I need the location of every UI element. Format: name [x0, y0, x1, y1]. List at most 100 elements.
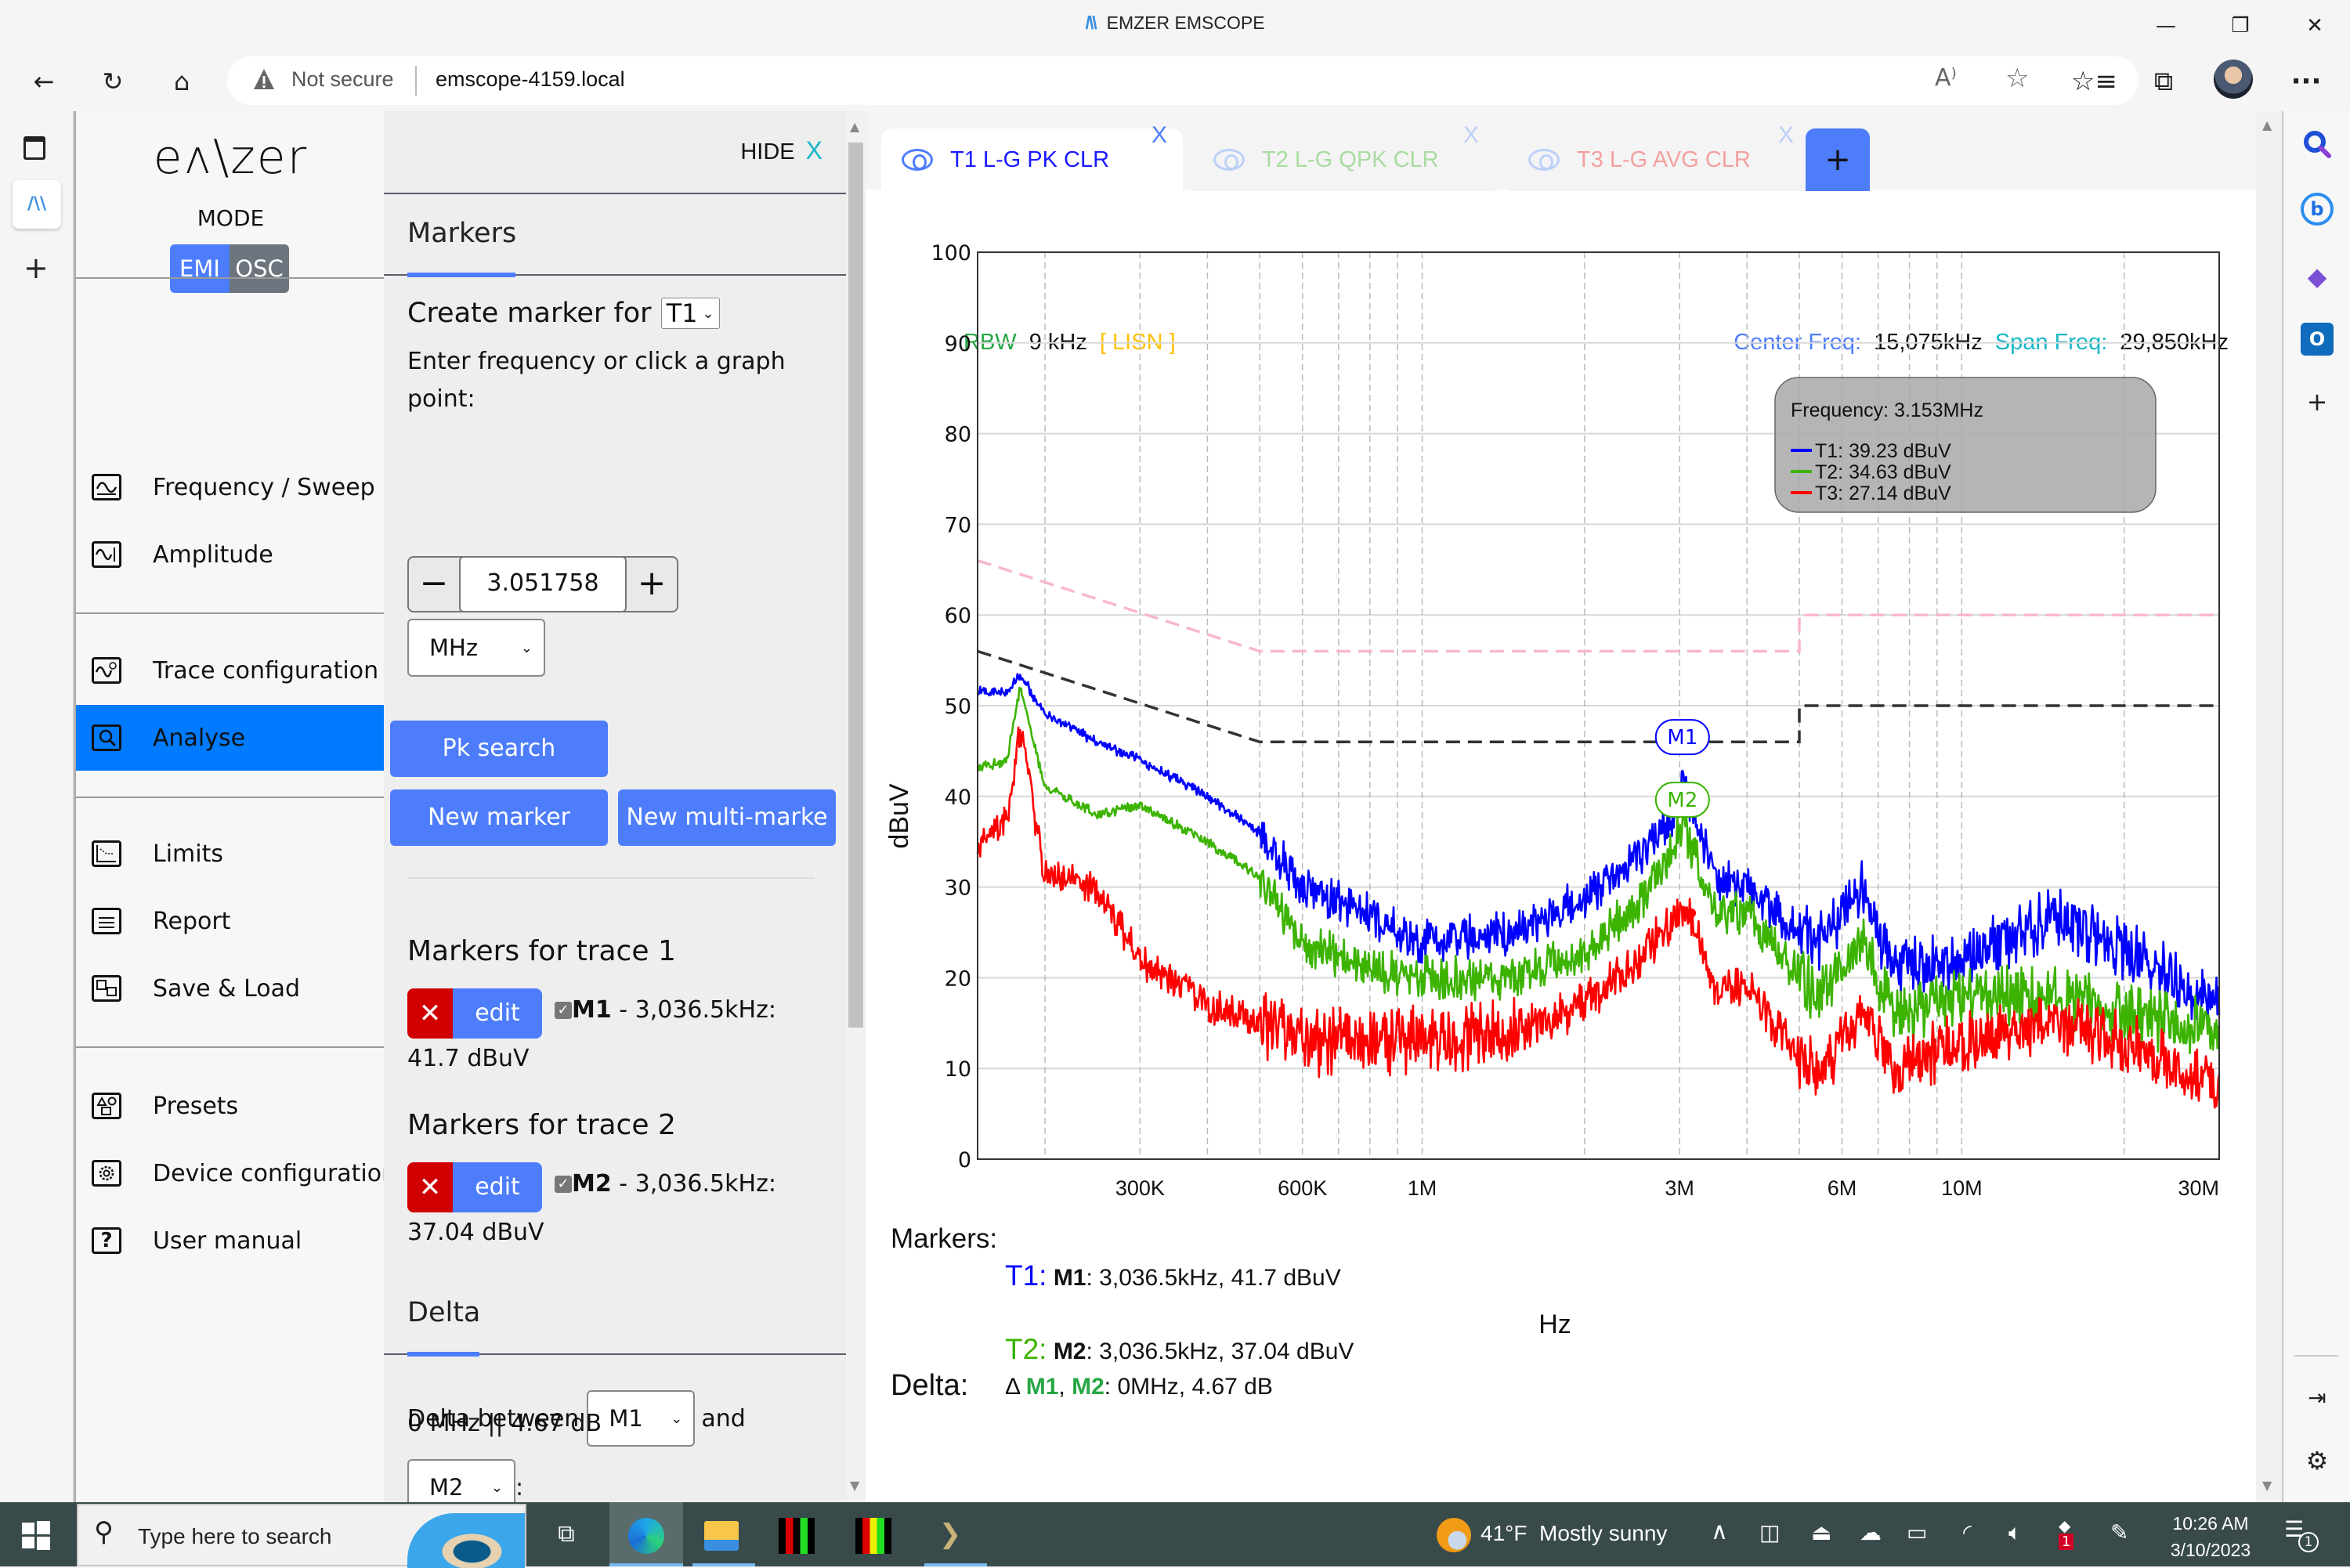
- file-explorer-icon[interactable]: [685, 1502, 758, 1566]
- edit-marker-m2-button[interactable]: edit: [453, 1162, 542, 1212]
- nav-item-analyse[interactable]: Analyse: [76, 705, 385, 771]
- mode-osc-button[interactable]: OSC: [230, 244, 289, 293]
- home-button[interactable]: ⌂: [160, 61, 204, 102]
- nav-item-user-manual[interactable]: ? User manual: [76, 1208, 385, 1274]
- x-tick-label: 1M: [1408, 1176, 1437, 1200]
- close-tab-icon[interactable]: X: [1463, 122, 1479, 149]
- eye-visible-icon[interactable]: [1528, 149, 1560, 171]
- x-tick-label: 300K: [1115, 1176, 1165, 1200]
- spectrum-app-icon-2[interactable]: [837, 1502, 910, 1566]
- scroll-up-arrow-icon[interactable]: ▲: [2262, 117, 2272, 132]
- increment-button[interactable]: +: [627, 558, 677, 611]
- browser-tab-emscope[interactable]: /\\: [13, 180, 61, 229]
- read-aloud-icon[interactable]: A⁾: [1935, 64, 1957, 92]
- nav-item-limits[interactable]: Limits: [76, 821, 385, 887]
- scroll-down-arrow-icon[interactable]: ▼: [2262, 1478, 2272, 1493]
- nav-item-amplitude[interactable]: Amplitude: [76, 522, 385, 587]
- refresh-button[interactable]: ↻: [91, 61, 135, 102]
- unit-select[interactable]: MHz ⌄: [407, 619, 545, 677]
- nav-item-frequency-sweep[interactable]: Frequency / Sweep: [76, 454, 385, 520]
- hide-panel-button[interactable]: HIDE X: [740, 136, 822, 165]
- wifi-icon[interactable]: ◜: [1963, 1519, 1972, 1545]
- bing-chat-icon[interactable]: b: [2301, 193, 2334, 226]
- panel-scroll-thumb[interactable]: [848, 143, 863, 1028]
- show-hidden-icons[interactable]: ∧: [1711, 1518, 1728, 1545]
- chevron-down-icon: ⌄: [490, 1479, 503, 1496]
- back-button[interactable]: ←: [22, 61, 66, 102]
- sidebar-settings-icon[interactable]: ⚙: [2301, 1444, 2334, 1477]
- outlook-icon[interactable]: O: [2301, 323, 2334, 356]
- delete-marker-m2-button[interactable]: ✕: [407, 1162, 453, 1212]
- spectrum-app-icon-1[interactable]: [760, 1502, 833, 1566]
- summary-delta-row: Δ M1, M2: 0MHz, 4.67 dB: [1005, 1374, 1273, 1400]
- frequency-input[interactable]: 3.051758: [459, 556, 627, 612]
- edit-marker-m1-button[interactable]: edit: [453, 988, 542, 1039]
- tab-t1[interactable]: T1 L-G PK CLR X: [881, 122, 1183, 191]
- main-scrollbar[interactable]: ▲ ▼: [2256, 111, 2283, 1502]
- volume-icon[interactable]: 🔈︎: [2008, 1519, 2022, 1546]
- new-tab-icon[interactable]: +: [24, 251, 49, 285]
- mode-emi-button[interactable]: EMI: [170, 244, 230, 293]
- pen-icon[interactable]: ✎: [2110, 1519, 2128, 1545]
- add-sidebar-app-icon[interactable]: +: [2301, 385, 2334, 418]
- new-marker-button[interactable]: New marker: [390, 789, 608, 846]
- tab-t2[interactable]: T2 L-G QPK CLR X: [1193, 122, 1495, 191]
- nav-item-save-load[interactable]: Save & Load: [76, 956, 385, 1021]
- close-tab-icon[interactable]: X: [1152, 122, 1167, 149]
- windows-start-icon[interactable]: [20, 1519, 52, 1551]
- delete-marker-m1-button[interactable]: ✕: [407, 988, 453, 1039]
- pk-search-button[interactable]: Pk search: [390, 721, 608, 777]
- weather-icon[interactable]: [1437, 1518, 1471, 1552]
- url-text[interactable]: emscope-4159.local: [436, 67, 625, 92]
- add-favorite-icon[interactable]: ☆: [2005, 63, 2029, 94]
- add-trace-tab-button[interactable]: +: [1806, 128, 1870, 191]
- taskbar-search[interactable]: ⚲ Type here to search: [77, 1504, 526, 1568]
- notification-center-icon[interactable]: ☰ 1: [2284, 1516, 2319, 1552]
- marker-m2-checkbox[interactable]: ✓: [555, 1176, 572, 1193]
- panel-scrollbar[interactable]: ▲ ▼: [846, 111, 866, 1502]
- office-icon[interactable]: ◆: [2301, 260, 2334, 293]
- delta-marker-a-select[interactable]: M1 ⌄: [587, 1390, 696, 1447]
- emi-spectrum-chart[interactable]: RBW 9 kHz [ LISN ] Center Freq: 15,075kH…: [866, 190, 2256, 1502]
- tab-actions-icon[interactable]: [24, 136, 45, 160]
- edge-taskbar-icon[interactable]: [609, 1502, 683, 1566]
- clock[interactable]: 10:26 AM 3/10/2023: [2164, 1510, 2258, 1563]
- eye-visible-icon[interactable]: [902, 149, 933, 171]
- onedrive-icon[interactable]: ☁: [1860, 1519, 1882, 1545]
- marker-m1-info: ✓ M1 - 3,036.5kHz:: [555, 996, 776, 1024]
- display-tray-icon[interactable]: ⏏: [1811, 1519, 1831, 1545]
- trace-select-value: T1: [666, 298, 698, 328]
- maximize-button[interactable]: ❐: [2213, 8, 2268, 44]
- scroll-down-arrow-icon[interactable]: ▼: [850, 1478, 859, 1493]
- close-window-button[interactable]: ✕: [2287, 8, 2342, 44]
- create-marker-trace-select[interactable]: T1 ⌄: [660, 298, 720, 329]
- nav-item-presets[interactable]: Presets: [76, 1073, 385, 1139]
- mode-toggle: EMI OSC: [170, 244, 289, 293]
- camera-tray-icon[interactable]: ◫: [1759, 1519, 1780, 1545]
- teams-tray-icon[interactable]: 1 ◆: [2059, 1516, 2084, 1552]
- more-options-icon[interactable]: ···: [2284, 66, 2328, 97]
- profile-avatar[interactable]: [2214, 60, 2253, 99]
- tab-t3[interactable]: T3 L-G AVG CLR X: [1508, 122, 1810, 191]
- nav-item-report[interactable]: Report: [76, 888, 385, 954]
- address-bar[interactable]: Not secure emscope-4159.local A⁾ ☆: [227, 56, 2138, 105]
- battery-icon[interactable]: ▭: [1907, 1519, 1927, 1545]
- emzer-app-icon[interactable]: ❯: [913, 1502, 987, 1566]
- scroll-up-arrow-icon[interactable]: ▲: [850, 119, 859, 134]
- task-view-icon[interactable]: ⧉: [530, 1502, 603, 1566]
- delta-marker-b-select[interactable]: M2 ⌄: [407, 1459, 515, 1502]
- collections-icon[interactable]: ⧉: [2142, 66, 2186, 97]
- close-tab-icon[interactable]: X: [1778, 122, 1794, 149]
- decrement-button[interactable]: −: [409, 558, 459, 611]
- new-multi-marker-button[interactable]: New multi-marke: [618, 789, 836, 846]
- hide-sidebar-icon[interactable]: ⇥: [2301, 1382, 2334, 1414]
- security-status[interactable]: Not secure: [291, 67, 394, 92]
- eye-visible-icon[interactable]: [1213, 149, 1245, 171]
- weather-widget[interactable]: 41°F Mostly sunny: [1480, 1521, 1667, 1546]
- search-icon[interactable]: [2301, 128, 2334, 161]
- marker-m1-checkbox[interactable]: ✓: [555, 1002, 572, 1019]
- nav-item-device-configuration[interactable]: Device configuration: [76, 1140, 396, 1206]
- favorites-icon[interactable]: ☆≡: [2071, 66, 2117, 97]
- minimize-button[interactable]: —: [2138, 8, 2193, 44]
- nav-item-trace-configuration[interactable]: Trace configuration: [76, 638, 385, 703]
